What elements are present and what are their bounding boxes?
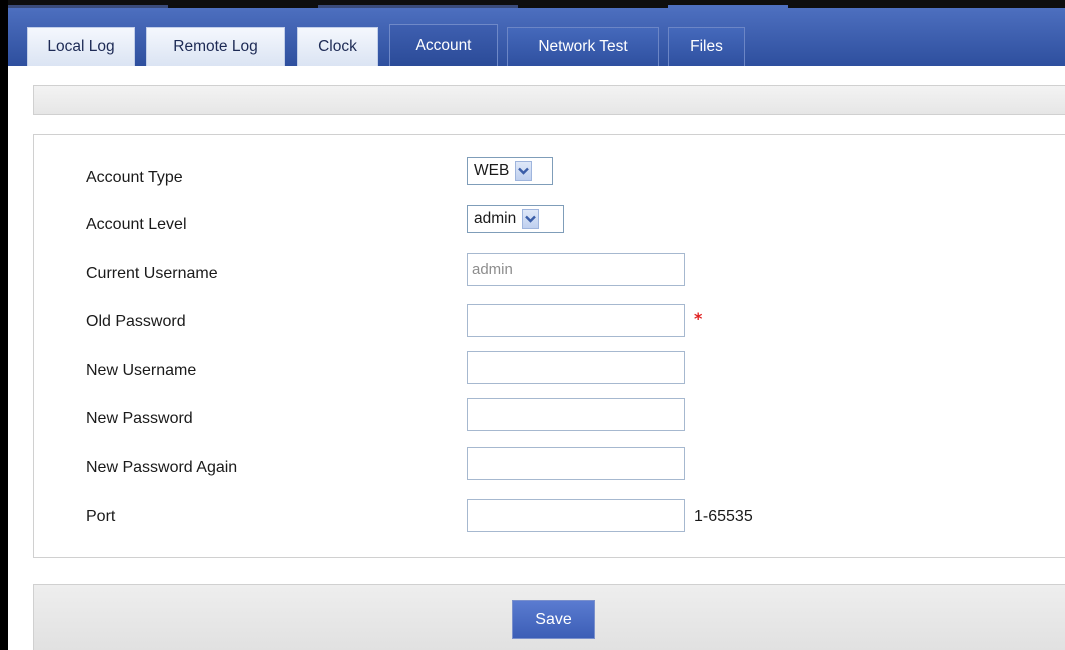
account-type-label: Account Type	[86, 169, 183, 186]
account-type-value: WEB	[474, 162, 510, 179]
new-username-field[interactable]	[467, 351, 685, 384]
tab-account[interactable]: Account	[389, 24, 498, 66]
current-username-label: Current Username	[86, 265, 218, 282]
new-password-label: New Password	[86, 410, 193, 427]
new-password-field[interactable]	[467, 398, 685, 431]
required-asterisk: *	[694, 309, 703, 328]
tab-local-log[interactable]: Local Log	[27, 27, 135, 66]
save-button[interactable]: Save	[512, 600, 595, 639]
tab-clock[interactable]: Clock	[297, 27, 378, 66]
port-field[interactable]	[467, 499, 685, 532]
chevron-down-icon	[515, 161, 533, 181]
account-form-panel	[33, 134, 1065, 558]
account-level-select[interactable]: admin	[467, 205, 564, 233]
tab-bar: Local Log Remote Log Clock Account Netwo…	[8, 8, 1065, 66]
port-label: Port	[86, 508, 116, 525]
top-bar	[8, 0, 1065, 8]
old-password-label: Old Password	[86, 313, 186, 330]
header-panel	[33, 85, 1065, 115]
tab-remote-log[interactable]: Remote Log	[146, 27, 285, 66]
new-password-again-label: New Password Again	[86, 459, 238, 476]
new-username-label: New Username	[86, 362, 197, 379]
current-username-field[interactable]	[467, 253, 685, 286]
window-frame	[0, 0, 8, 650]
chevron-down-icon	[522, 209, 540, 229]
tab-files[interactable]: Files	[668, 27, 745, 66]
tab-network-test[interactable]: Network Test	[507, 27, 659, 66]
account-type-select[interactable]: WEB	[467, 157, 553, 185]
port-range-hint: 1-65535	[694, 508, 753, 525]
account-level-label: Account Level	[86, 216, 187, 233]
new-password-again-field[interactable]	[467, 447, 685, 480]
old-password-field[interactable]	[467, 304, 685, 337]
account-level-value: admin	[474, 210, 517, 227]
